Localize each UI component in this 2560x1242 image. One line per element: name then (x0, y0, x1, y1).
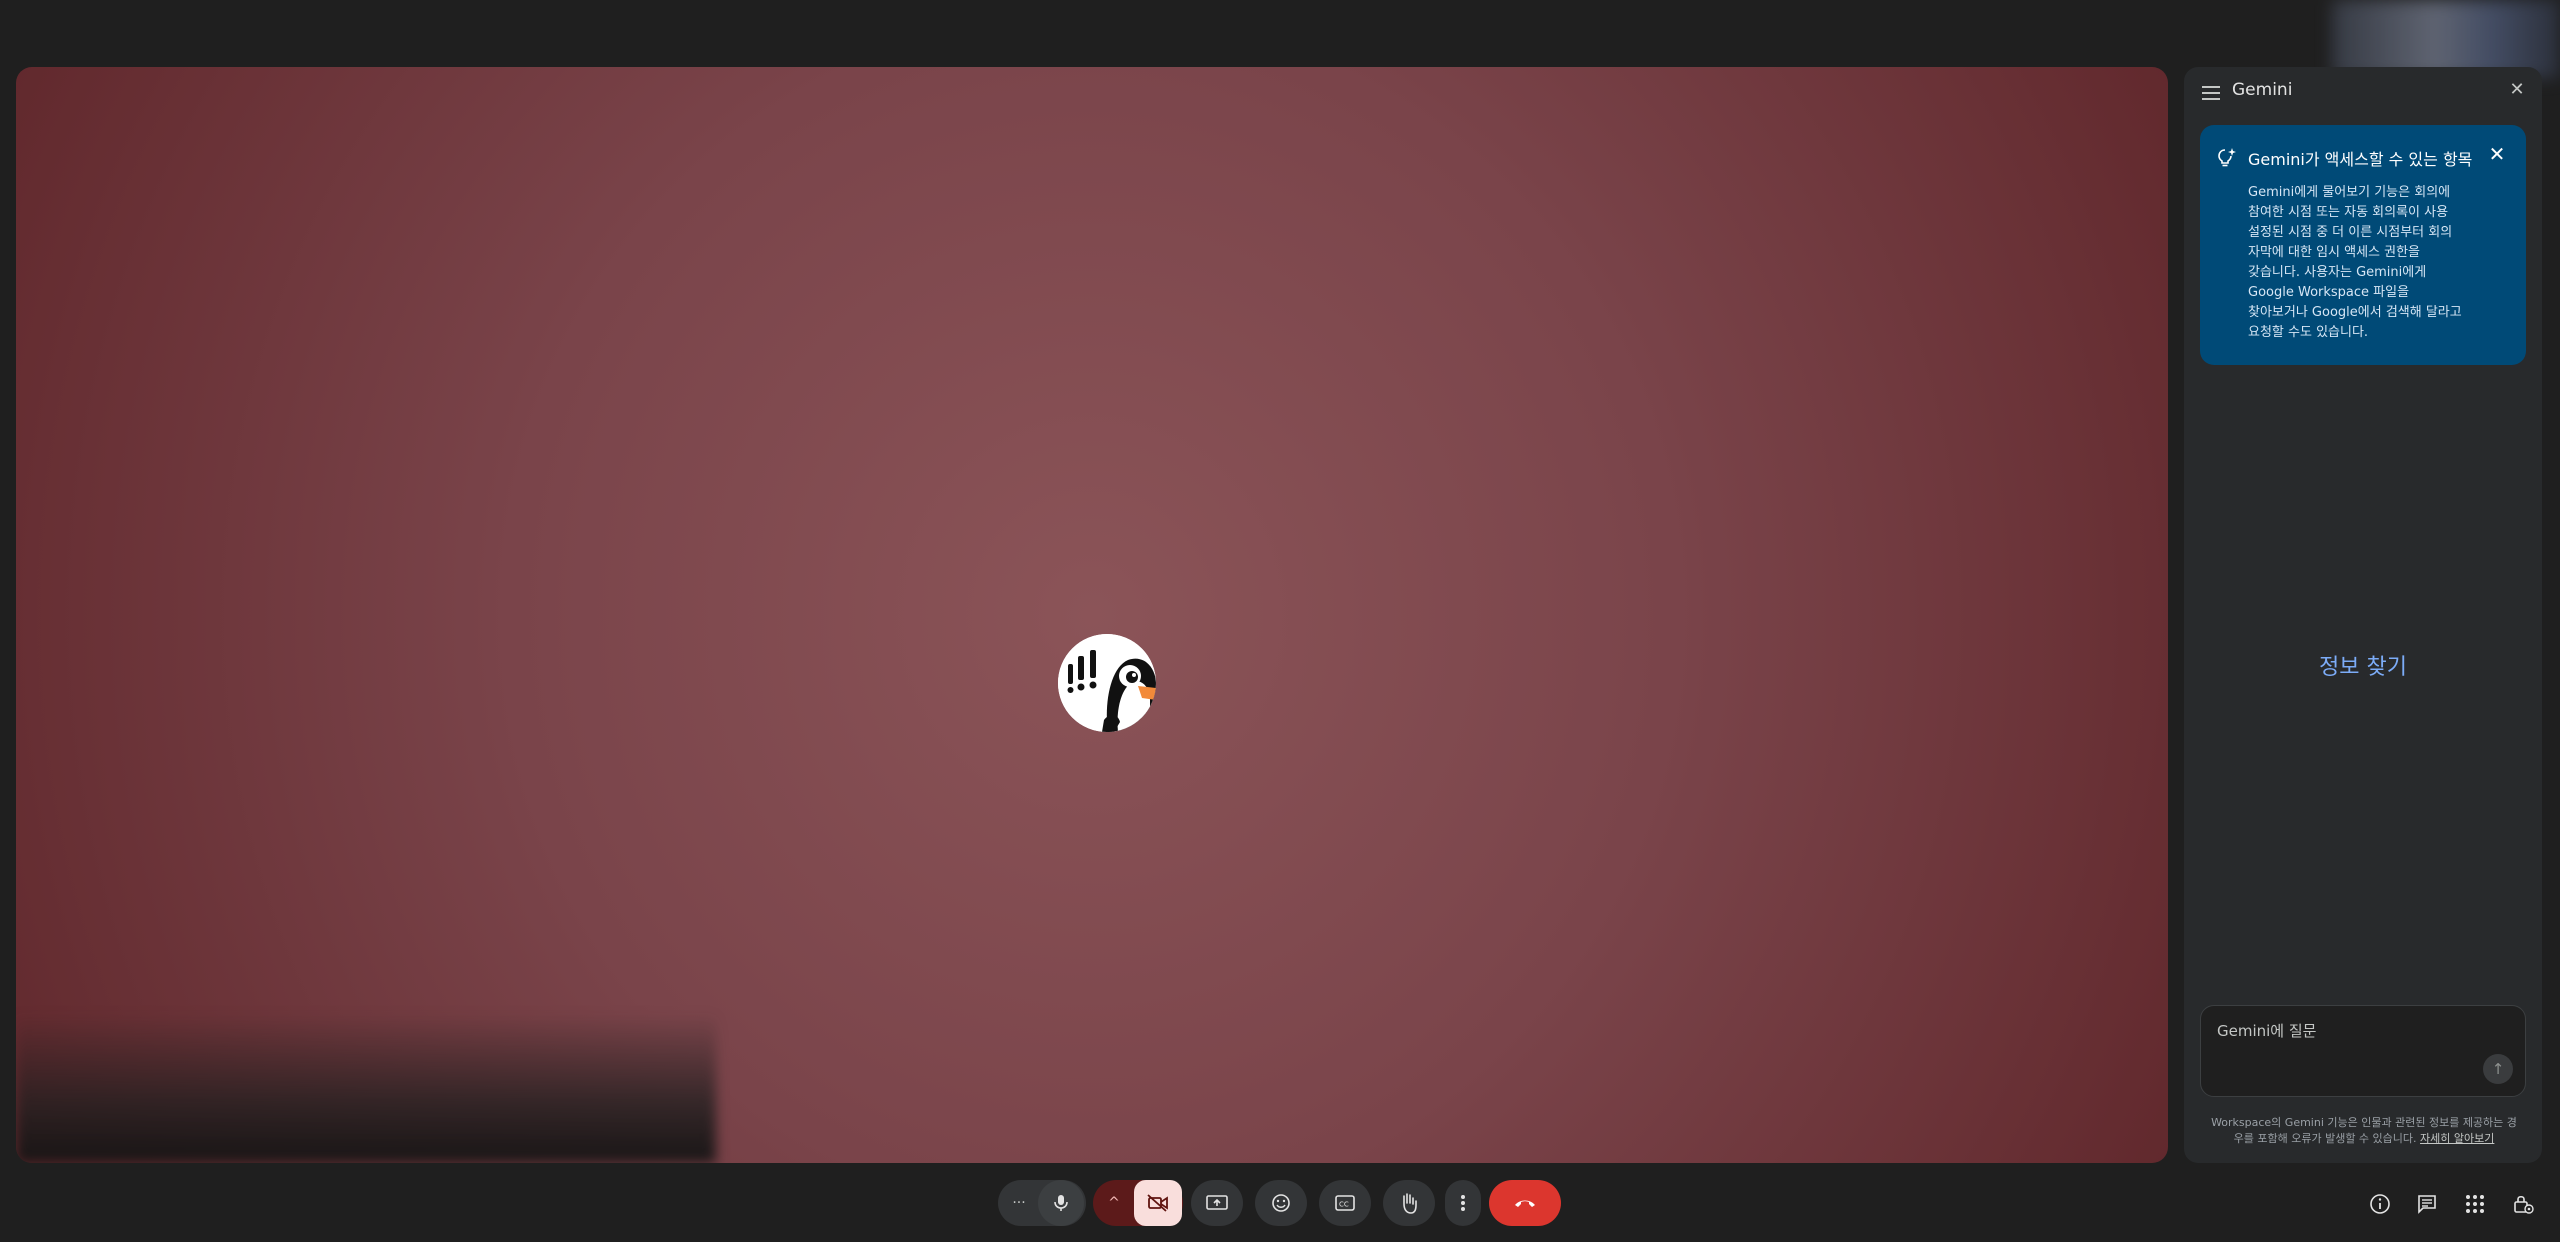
call-controls: ··· ^ CC (0, 1163, 2560, 1242)
info-icon (2370, 1194, 2390, 1214)
ask-gemini-input[interactable]: Gemini에 질문 ↑ (2200, 1005, 2526, 1097)
activities-button[interactable] (2462, 1191, 2488, 1217)
camera-off-button[interactable] (1134, 1180, 1182, 1226)
blurred-caption-area (16, 1013, 716, 1163)
raise-hand-icon (1403, 1193, 1417, 1214)
input-placeholder: Gemini에 질문 (2217, 1022, 2317, 1040)
participant-avatar (1058, 634, 1156, 732)
mic-group: ··· (998, 1180, 1086, 1226)
more-options-button[interactable] (1445, 1180, 1481, 1226)
camera-group: ^ (1093, 1180, 1183, 1226)
chat-icon (2418, 1195, 2436, 1214)
end-call-icon (1515, 1200, 1535, 1207)
chat-button[interactable] (2414, 1191, 2440, 1217)
captions-button[interactable]: CC (1319, 1180, 1371, 1226)
svg-text:CC: CC (1339, 1201, 1349, 1209)
panel-header: Gemini ✕ (2184, 67, 2542, 115)
menu-icon[interactable] (2202, 86, 2220, 100)
learn-more-link[interactable]: 자세히 알아보기 (2420, 1132, 2494, 1145)
top-bar (0, 0, 2560, 67)
host-controls-icon (2514, 1195, 2534, 1214)
captions-icon: CC (1335, 1195, 1355, 1211)
send-button[interactable]: ↑ (2483, 1054, 2513, 1084)
lightbulb-sparkle-icon (2216, 147, 2238, 169)
meeting-info-button[interactable] (2367, 1191, 2393, 1217)
access-info-card: Gemini가 액세스할 수 있는 항목 ✕ Gemini에게 물어보기 기능은… (2200, 125, 2526, 365)
emoji-button[interactable] (1255, 1180, 1307, 1226)
card-body-text: Gemini에게 물어보기 기능은 회의에 참여한 시점 또는 자동 회의록이 … (2248, 185, 2462, 340)
emoji-icon (1272, 1194, 1290, 1212)
panel-title: Gemini (2232, 80, 2293, 100)
participant-tile (16, 67, 2168, 1163)
camera-off-icon (1147, 1194, 1168, 1212)
disclaimer: Workspace의 Gemini 기능은 인물과 관련된 정보를 제공하는 경… (2208, 1115, 2520, 1147)
end-call-button[interactable] (1489, 1180, 1561, 1226)
more-options-icon (1461, 1195, 1465, 1211)
penguin-avatar-icon (1058, 634, 1156, 732)
more-icon[interactable]: ··· (1000, 1195, 1038, 1211)
chevron-up-icon[interactable]: ^ (1094, 1195, 1134, 1211)
raise-hand-button[interactable] (1383, 1180, 1435, 1226)
prompt-suggestion[interactable]: 정보 찾기 (2184, 649, 2542, 681)
dismiss-card-button[interactable]: ✕ (2486, 143, 2508, 165)
card-title: Gemini가 액세스할 수 있는 항목 (2248, 150, 2473, 169)
microphone-icon[interactable] (1038, 1180, 1084, 1226)
present-screen-icon (1206, 1195, 1228, 1210)
apps-icon (2466, 1195, 2484, 1213)
present-screen-button[interactable] (1191, 1180, 1243, 1226)
gemini-side-panel: Gemini ✕ Gemini가 액세스할 수 있는 항목 ✕ Gemini에게… (2184, 67, 2542, 1163)
host-controls-button[interactable] (2510, 1191, 2536, 1217)
close-panel-button[interactable]: ✕ (2506, 79, 2528, 101)
